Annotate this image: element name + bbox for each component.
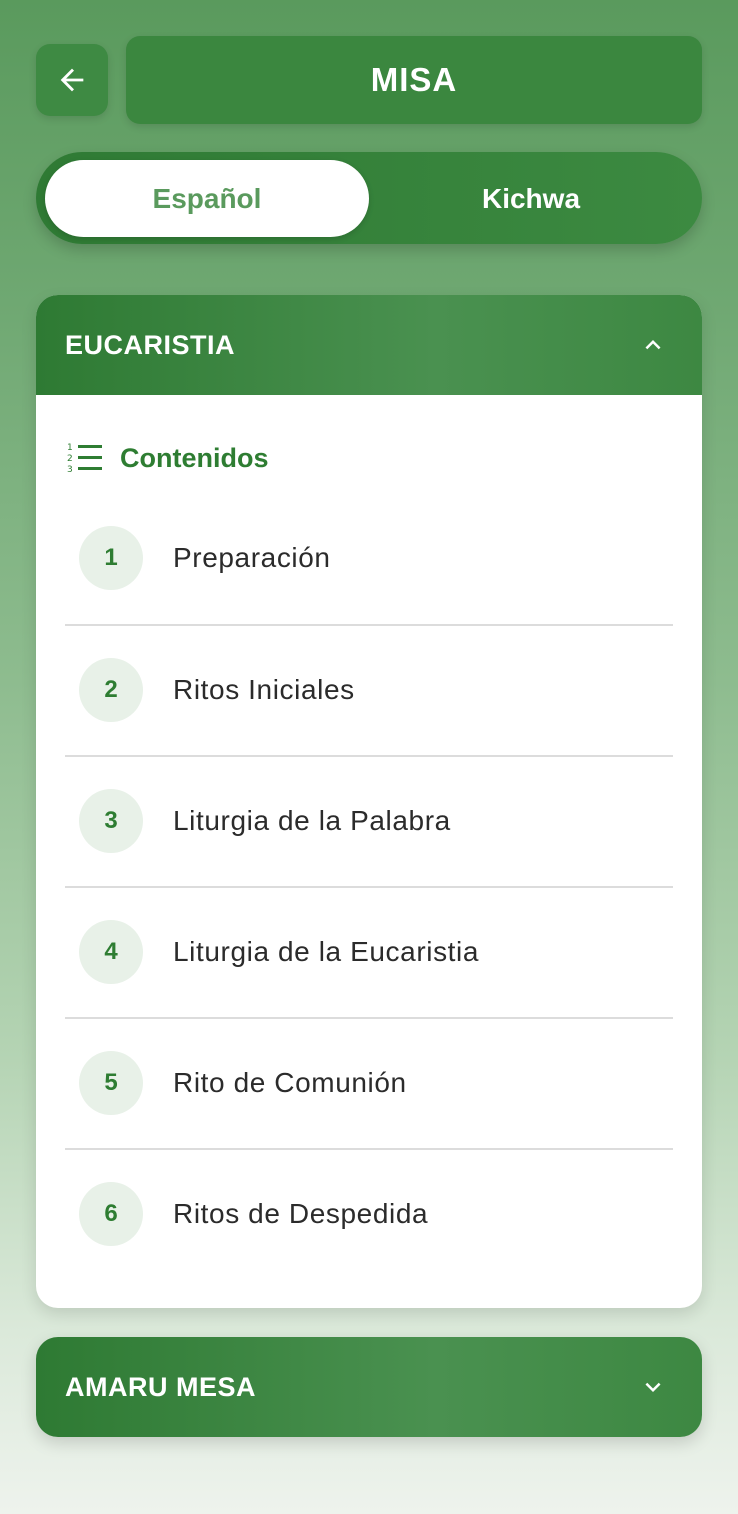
contents-heading: 1 2 3 Contenidos: [66, 438, 269, 478]
list-item[interactable]: 3 Liturgia de la Palabra: [65, 756, 673, 886]
numbered-list-icon: 1 2 3: [67, 443, 102, 475]
item-label: Preparación: [173, 542, 331, 573]
list-item[interactable]: 1 Preparación: [65, 493, 673, 623]
list-item[interactable]: 6 Ritos de Despedida: [65, 1149, 673, 1279]
section-title: AMARU MESA: [65, 1372, 256, 1402]
language-option-kichwa[interactable]: Kichwa: [369, 160, 693, 237]
section-eucaristia: EUCARISTIA 1 2 3 Contenidos 1 Preparació…: [36, 295, 702, 1308]
item-label: Liturgia de la Palabra: [173, 805, 451, 836]
item-label: Liturgia de la Eucaristia: [173, 936, 480, 967]
item-label: Ritos Iniciales: [173, 674, 355, 705]
item-number-badge: 4: [79, 920, 143, 984]
item-number-badge: 5: [79, 1051, 143, 1115]
language-option-espanol[interactable]: Español: [45, 160, 369, 237]
svg-text:1: 1: [67, 443, 73, 453]
item-number-badge: 3: [79, 789, 143, 853]
page-title: MISA: [126, 36, 702, 124]
item-number-badge: 1: [79, 526, 143, 590]
list-item[interactable]: 4 Liturgia de la Eucaristia: [65, 887, 673, 1017]
svg-text:2: 2: [67, 454, 73, 464]
item-number-badge: 6: [79, 1182, 143, 1246]
chevron-down-icon: [645, 1382, 661, 1392]
item-label: Rito de Comunión: [173, 1067, 407, 1098]
list-item[interactable]: 5 Rito de Comunión: [65, 1018, 673, 1148]
item-number-badge: 2: [79, 658, 143, 722]
section-header-amaru-mesa[interactable]: AMARU MESA: [36, 1337, 702, 1437]
section-header-eucaristia[interactable]: EUCARISTIA: [36, 295, 702, 395]
language-toggle: Español Kichwa: [36, 152, 702, 244]
chevron-up-icon: [645, 340, 661, 350]
back-button[interactable]: [36, 44, 108, 116]
section-title: EUCARISTIA: [65, 329, 236, 360]
item-label: Ritos de Despedida: [173, 1198, 429, 1229]
contents-label: Contenidos: [120, 442, 269, 473]
list-item[interactable]: 2 Ritos Iniciales: [65, 625, 673, 755]
arrow-left-icon: [60, 68, 84, 92]
svg-text:3: 3: [67, 465, 73, 475]
